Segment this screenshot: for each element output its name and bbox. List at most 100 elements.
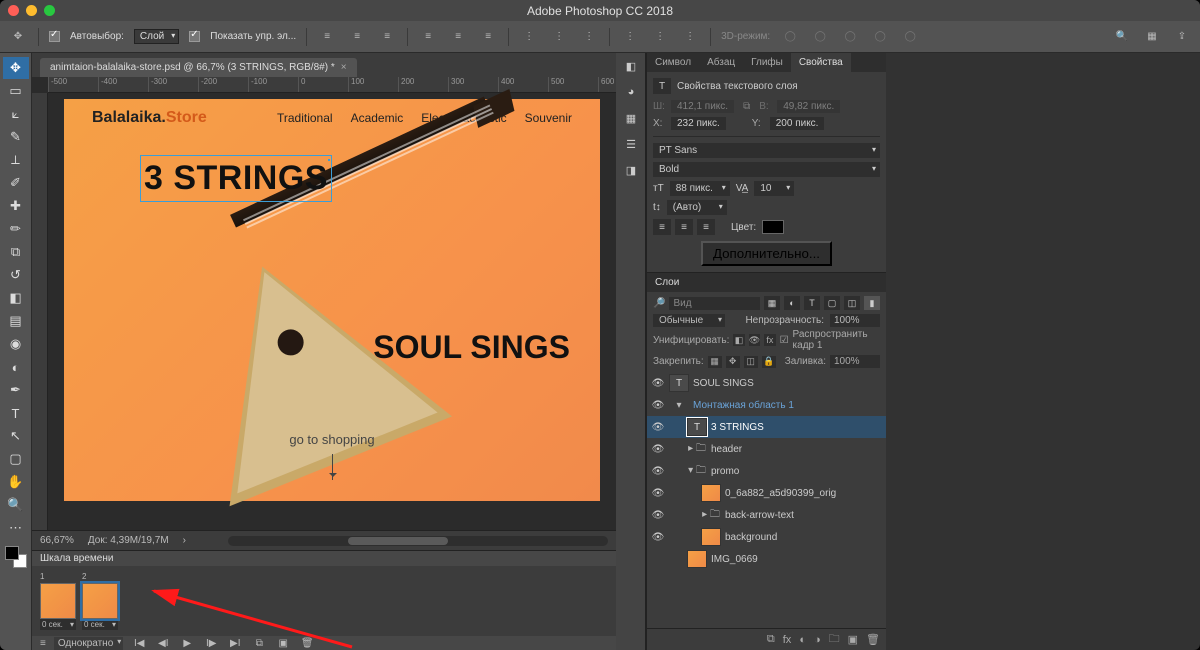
lock-artboard-icon[interactable]: ◫ xyxy=(744,356,758,368)
font-weight-select[interactable]: Bold xyxy=(653,162,880,177)
text-3-strings[interactable]: 3 STRINGS xyxy=(144,159,328,198)
tab-paragraph[interactable]: Абзац xyxy=(699,53,743,72)
filter-toggle-icon[interactable]: ▮ xyxy=(864,296,880,310)
quick-select-tool[interactable]: ✎ xyxy=(3,126,29,148)
link-layers-icon[interactable]: ⧉ xyxy=(767,633,775,646)
frame-1[interactable]: 1 0 сек.▾ xyxy=(40,572,76,630)
fg-color-icon[interactable] xyxy=(5,546,19,560)
layer-promo[interactable]: 👁 ▾ 🗀 promo xyxy=(647,460,886,482)
unify-vis-icon[interactable]: 👁 xyxy=(749,334,760,346)
edit-toolbar-icon[interactable]: ⋯ xyxy=(3,517,29,539)
clone-stamp-tool[interactable]: ⧉ xyxy=(3,241,29,263)
lasso-tool[interactable]: ⟀ xyxy=(3,103,29,125)
fx-icon[interactable]: fx xyxy=(783,634,792,646)
blend-mode-select[interactable]: Обычные xyxy=(653,314,725,327)
swatches-icon[interactable]: ▦ xyxy=(616,105,646,131)
link-wh-icon[interactable]: ⧉ xyxy=(743,101,750,112)
filter-shape-icon[interactable]: ▢ xyxy=(824,296,840,310)
layer-img1[interactable]: 👁 0_6a882_a5d90399_orig xyxy=(647,482,886,504)
distribute-center-icon[interactable]: ⋮ xyxy=(650,27,670,47)
align-text-center-icon[interactable]: ≡ xyxy=(675,219,693,235)
eyedropper-tool[interactable]: ✐ xyxy=(3,172,29,194)
color-icon[interactable]: ◕ xyxy=(616,79,646,105)
gradient-tool[interactable]: ▤ xyxy=(3,310,29,332)
new-layer-icon[interactable]: ▣ xyxy=(848,633,858,646)
distribute-h-icon[interactable]: ⋮ xyxy=(519,27,539,47)
dodge-tool[interactable]: ◐ xyxy=(3,356,29,378)
auto-select-type[interactable]: Слой xyxy=(134,29,179,44)
search-icon[interactable]: 🔍 xyxy=(1112,27,1132,47)
close-doc-icon[interactable]: × xyxy=(341,62,347,73)
layer-filter-input[interactable]: Вид xyxy=(669,297,760,310)
visibility-icon[interactable]: 👁 xyxy=(651,466,665,477)
marquee-tool[interactable]: ▭ xyxy=(3,80,29,102)
filter-adjust-icon[interactable]: ◐ xyxy=(784,296,800,310)
tab-symbol[interactable]: Символ xyxy=(647,53,699,72)
align-left-icon[interactable]: ≡ xyxy=(317,27,337,47)
type-tool[interactable]: T xyxy=(3,402,29,424)
trash-icon[interactable]: 🗑 xyxy=(866,633,880,646)
arrange-docs-icon[interactable]: ▦ xyxy=(1142,27,1162,47)
new-frame-icon[interactable]: ▣ xyxy=(275,638,291,649)
blur-tool[interactable]: ◉ xyxy=(3,333,29,355)
filter-smart-icon[interactable]: ◫ xyxy=(844,296,860,310)
x-value[interactable]: 232 пикс. xyxy=(671,117,726,130)
move-tool[interactable]: ✥ xyxy=(3,57,29,79)
zoom-level[interactable]: 66,67% xyxy=(40,535,74,546)
layer-artboard-1[interactable]: 👁 ▾ Монтажная область 1 xyxy=(647,394,886,416)
filter-search-icon[interactable]: 🔎 xyxy=(653,298,665,309)
text-color-chip[interactable] xyxy=(762,220,784,234)
loop-select[interactable]: Однократно xyxy=(54,637,123,650)
frame-duration[interactable]: 0 сек. xyxy=(42,620,63,629)
h-scrollbar[interactable] xyxy=(228,536,608,546)
timeline-menu-icon[interactable]: ≡ xyxy=(40,638,46,649)
layer-background[interactable]: 👁 background xyxy=(647,526,886,548)
delete-frame-icon[interactable]: 🗑 xyxy=(299,638,315,649)
frame-duration[interactable]: 0 сек. xyxy=(84,620,105,629)
visibility-icon[interactable]: 👁 xyxy=(651,378,665,389)
layer-3-strings[interactable]: 👁 T 3 STRINGS xyxy=(647,416,886,438)
pen-tool[interactable]: ✒ xyxy=(3,379,29,401)
show-controls-checkbox[interactable] xyxy=(189,31,200,42)
doc-tab-active[interactable]: animtaion-balalaika-store.psd @ 66,7% (3… xyxy=(40,58,357,77)
visibility-icon[interactable]: 👁 xyxy=(651,488,665,499)
distribute-v-icon[interactable]: ⋮ xyxy=(549,27,569,47)
frame-2[interactable]: 2 0 сек.▾ xyxy=(82,572,118,630)
color-wells[interactable] xyxy=(5,546,27,568)
folder-icon[interactable]: ▸ 🗀 xyxy=(687,440,707,458)
properties-icon[interactable]: ◧ xyxy=(616,53,646,79)
spot-heal-tool[interactable]: ✚ xyxy=(3,195,29,217)
more-button[interactable]: Дополнительно... xyxy=(701,241,832,266)
crop-tool[interactable]: ⟂ xyxy=(3,149,29,171)
group-icon[interactable]: 🗀 xyxy=(829,630,840,649)
unify-pos-icon[interactable]: ◧ xyxy=(733,334,744,346)
shape-tool[interactable]: ▢ xyxy=(3,448,29,470)
brush-tool[interactable]: ✏ xyxy=(3,218,29,240)
opacity-value[interactable]: 100% xyxy=(830,314,880,327)
last-frame-icon[interactable]: ▶I xyxy=(227,638,243,649)
first-frame-icon[interactable]: I◀ xyxy=(131,638,147,649)
filter-type-icon[interactable]: T xyxy=(804,296,820,310)
layer-soul-sings[interactable]: 👁 T SOUL SINGS xyxy=(647,372,886,394)
hand-tool[interactable]: ✋ xyxy=(3,471,29,493)
distribute-right-icon[interactable]: ⋮ xyxy=(680,27,700,47)
mask-icon[interactable]: ◐ xyxy=(799,634,806,646)
layer-back-arrow[interactable]: 👁 ▸ 🗀 back-arrow-text xyxy=(647,504,886,526)
visibility-icon[interactable]: 👁 xyxy=(651,444,665,455)
y-value[interactable]: 200 пикс. xyxy=(770,117,825,130)
auto-select-checkbox[interactable] xyxy=(49,31,60,42)
fold-icon[interactable]: ▾ xyxy=(669,396,689,414)
align-top-icon[interactable]: ≡ xyxy=(418,27,438,47)
tab-properties[interactable]: Свойства xyxy=(791,53,851,72)
zoom-tool[interactable]: 🔍 xyxy=(3,494,29,516)
tab-glyphs[interactable]: Глифы xyxy=(743,53,791,72)
distribute-left-icon[interactable]: ⋮ xyxy=(620,27,640,47)
canvas[interactable]: Balalaika.Store Traditional Academic Ele… xyxy=(48,93,616,510)
lock-position-icon[interactable]: ✥ xyxy=(726,356,740,368)
distribute-spacing-icon[interactable]: ⋮ xyxy=(579,27,599,47)
tracking-select[interactable]: (Авто) xyxy=(667,200,727,215)
lock-all-icon[interactable]: 🔒 xyxy=(762,356,776,368)
align-bottom-icon[interactable]: ≡ xyxy=(478,27,498,47)
unify-style-icon[interactable]: fx xyxy=(764,334,775,346)
adjustments-icon[interactable]: ◨ xyxy=(616,157,646,183)
